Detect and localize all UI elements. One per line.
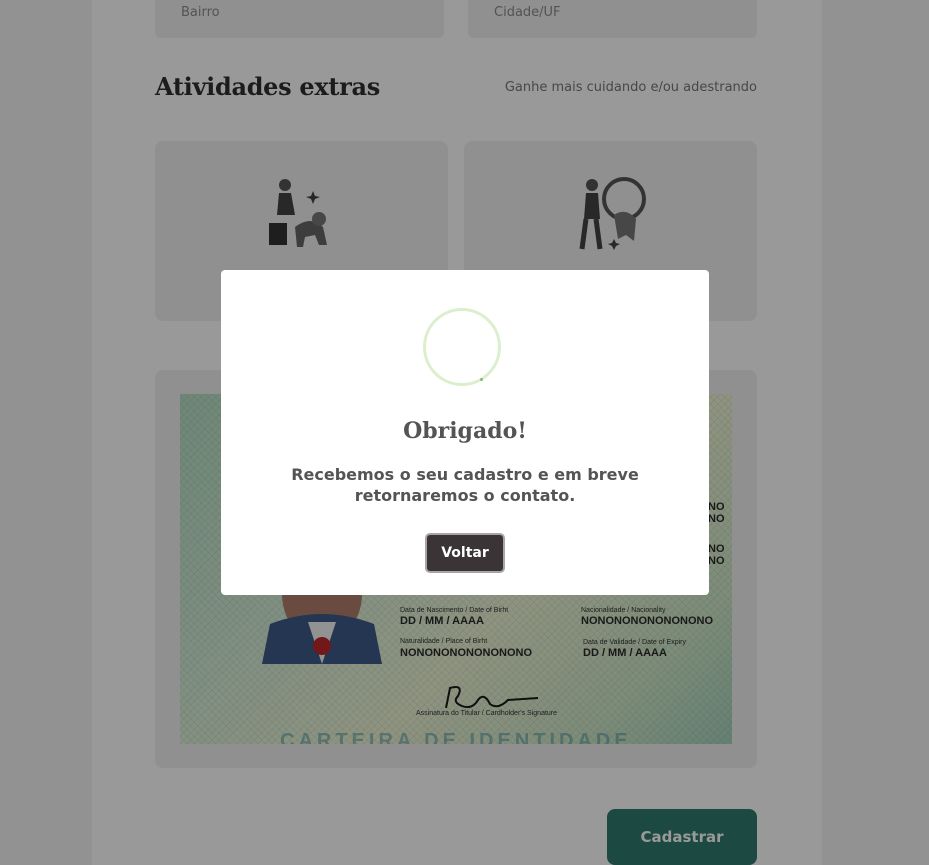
modal-message: Recebemos o seu cadastro e em breve reto… — [291, 465, 639, 505]
back-button[interactable]: Voltar — [425, 533, 505, 573]
success-modal: Obrigado! Recebemos o seu cadastro e em … — [221, 270, 709, 595]
modal-title: Obrigado! — [403, 418, 527, 444]
success-spinner-icon — [423, 308, 501, 386]
